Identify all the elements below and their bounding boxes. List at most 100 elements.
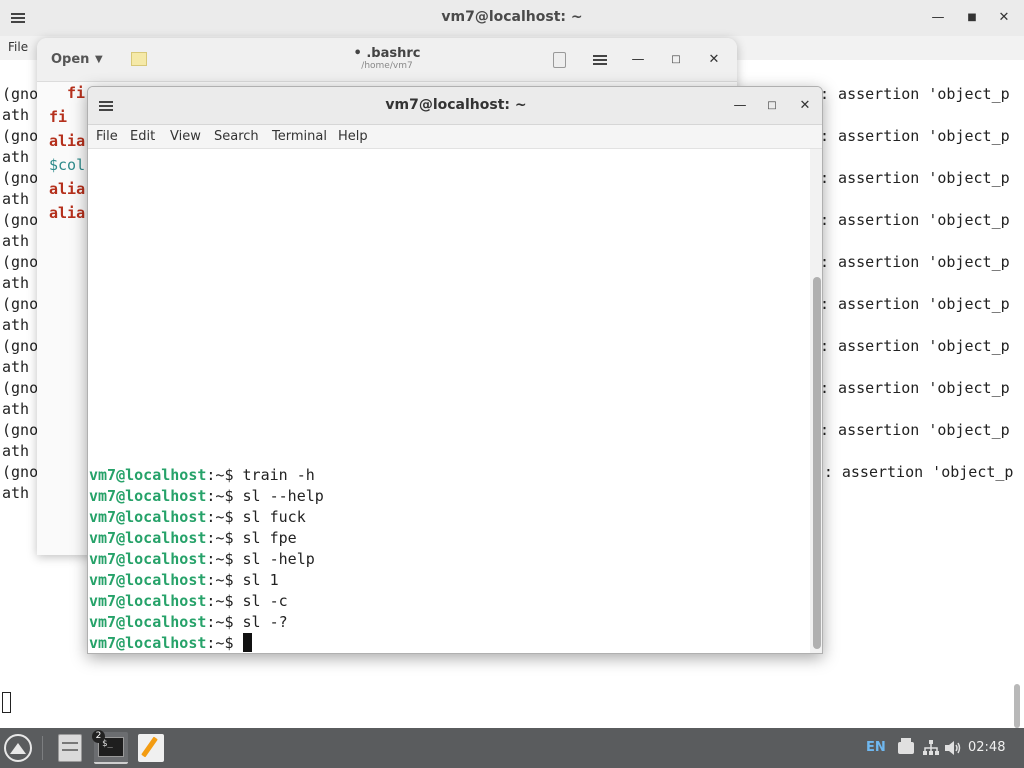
command-text: sl -? — [242, 613, 288, 631]
terminal-line-left: ath — [2, 106, 30, 124]
volume-icon[interactable] — [944, 740, 962, 756]
terminal-line-left: (gno — [2, 169, 39, 187]
keyboard-layout-indicator[interactable]: EN — [866, 740, 886, 755]
maximize-icon[interactable]: □ — [666, 50, 686, 70]
prompt-user-host: vm7@localhost — [89, 529, 207, 547]
foreground-terminal-scrollbar-thumb[interactable] — [813, 277, 821, 649]
terminal-line-left: ath — [2, 190, 30, 208]
terminal-cursor[interactable] — [242, 633, 252, 652]
menu-help[interactable]: Help — [338, 129, 368, 144]
document-path: /home/vm7 — [361, 61, 413, 71]
terminal-line-left: (gno — [2, 85, 39, 103]
terminal-prompt-line: vm7@localhost:~$ sl fuck — [89, 507, 306, 528]
menu-file[interactable]: File — [8, 40, 28, 54]
background-terminal-title: vm7@localhost: ~ — [441, 9, 583, 25]
prompt-path: :~$ — [206, 613, 243, 631]
chevron-down-icon[interactable]: ▼ — [95, 54, 103, 65]
printer-icon[interactable] — [898, 738, 914, 754]
terminal-prompt-line: vm7@localhost:~$ sl -help — [89, 549, 315, 570]
terminal-line-left: ath — [2, 316, 30, 334]
terminal-line-right: : assertion 'object_p — [820, 85, 1010, 103]
background-terminal-scrollbar[interactable] — [1014, 684, 1020, 728]
foreground-terminal-menubar: File Edit View Search Terminal Help — [88, 125, 822, 149]
terminal-prompt-line: vm7@localhost:~$ sl -? — [89, 612, 288, 633]
terminal-prompt-line: vm7@localhost:~$ — [89, 633, 252, 653]
document-icon[interactable] — [553, 52, 566, 68]
terminal-line-right: : assertion 'object_p — [820, 295, 1010, 313]
prompt-user-host: vm7@localhost — [89, 550, 207, 568]
terminal-line-left: ath — [2, 274, 30, 292]
clock[interactable]: 02:48 — [968, 740, 1005, 755]
editor-line: fi — [49, 108, 68, 126]
prompt-user-host: vm7@localhost — [89, 634, 207, 652]
foreground-terminal-output[interactable]: vm7@localhost:~$ train -h vm7@localhost:~… — [88, 149, 810, 653]
foreground-terminal-titlebar[interactable]: vm7@localhost: ~ — □ ✕ — [88, 87, 822, 125]
text-editor-icon[interactable] — [138, 734, 164, 762]
terminal-icon-prompt: $_ — [102, 739, 113, 749]
terminal-line-left: ath — [2, 358, 30, 376]
minimize-icon[interactable]: — — [928, 8, 948, 28]
editor-line: alia — [49, 132, 86, 150]
terminal-line-left: (gno — [2, 295, 39, 313]
close-icon[interactable]: ✕ — [704, 50, 724, 70]
terminal-line-left: (gno — [2, 211, 39, 229]
document-filename: • .bashrc — [353, 46, 421, 61]
hamburger-menu-icon[interactable] — [593, 55, 607, 65]
command-text: sl fpe — [242, 529, 297, 547]
app-menu-logo-icon[interactable] — [4, 734, 32, 762]
prompt-path: :~$ — [206, 592, 243, 610]
command-text: sl 1 — [242, 571, 279, 589]
command-text: sl fuck — [242, 508, 306, 526]
maximize-icon[interactable]: ■ — [962, 8, 982, 28]
terminal-line-right: : assertion 'object_p — [820, 211, 1010, 229]
prompt-user-host: vm7@localhost — [89, 487, 207, 505]
terminal-line-left: (gno — [2, 379, 39, 397]
new-document-icon[interactable] — [131, 52, 147, 66]
taskbar-separator — [42, 736, 43, 760]
terminal-line-right: : assertion 'object_p — [820, 127, 1010, 145]
terminal-line-right: : assertion 'object_p — [820, 253, 1010, 271]
editor-line: alia — [49, 180, 86, 198]
editor-line: $col — [49, 156, 86, 174]
terminal-cursor — [2, 692, 11, 713]
terminal-line-left: (gno — [2, 337, 39, 355]
background-terminal-titlebar[interactable]: vm7@localhost: ~ — ■ ✕ — [0, 0, 1024, 36]
terminal-line-left: (gno — [2, 127, 39, 145]
command-text: sl --help — [242, 487, 324, 505]
menu-terminal[interactable]: Terminal — [272, 129, 327, 144]
taskbar: $_ 2 EN 02:48 — [0, 728, 1024, 768]
menu-file[interactable]: File — [96, 129, 118, 144]
prompt-path: :~$ — [206, 550, 243, 568]
file-manager-icon[interactable] — [58, 734, 82, 762]
foreground-terminal-title: vm7@localhost: ~ — [385, 97, 527, 113]
terminal-line-right: : assertion 'object_p — [820, 169, 1010, 187]
prompt-user-host: vm7@localhost — [89, 613, 207, 631]
foreground-terminal-window[interactable]: vm7@localhost: ~ — □ ✕ File Edit View Se… — [87, 86, 823, 654]
text-editor-headerbar[interactable]: Open ▼ • .bashrc /home/vm7 — □ ✕ — [37, 38, 737, 82]
terminal-prompt-line: vm7@localhost:~$ sl 1 — [89, 570, 279, 591]
terminal-line-left: ath — [2, 148, 30, 166]
maximize-icon[interactable]: □ — [762, 96, 782, 116]
terminal-line-right: : assertion 'object_p — [820, 337, 1010, 355]
prompt-user-host: vm7@localhost — [89, 508, 207, 526]
prompt-path: :~$ — [206, 466, 243, 484]
terminal-prompt-line: vm7@localhost:~$ sl -c — [89, 591, 288, 612]
minimize-icon[interactable]: — — [628, 50, 648, 70]
open-button[interactable]: Open — [51, 52, 89, 67]
menu-edit[interactable]: Edit — [130, 129, 155, 144]
prompt-path: :~$ — [206, 508, 243, 526]
prompt-path: :~$ — [206, 634, 243, 652]
close-icon[interactable]: ✕ — [994, 8, 1014, 28]
prompt-path: :~$ — [206, 571, 243, 589]
terminal-prompt-line: vm7@localhost:~$ sl --help — [89, 486, 324, 507]
menu-view[interactable]: View — [170, 129, 201, 144]
close-icon[interactable]: ✕ — [795, 96, 815, 116]
command-text: sl -c — [242, 592, 288, 610]
prompt-path: :~$ — [206, 487, 243, 505]
network-icon[interactable] — [922, 739, 940, 757]
prompt-user-host: vm7@localhost — [89, 571, 207, 589]
minimize-icon[interactable]: — — [730, 96, 750, 116]
menu-search[interactable]: Search — [214, 129, 259, 144]
editor-line: fi — [67, 84, 86, 102]
prompt-user-host: vm7@localhost — [89, 592, 207, 610]
